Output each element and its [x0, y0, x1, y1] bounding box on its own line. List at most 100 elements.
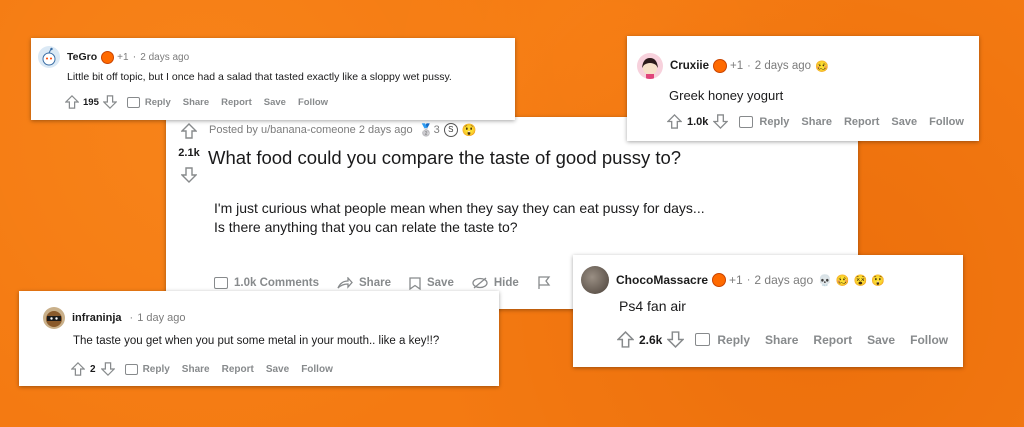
report-button[interactable]: Report: [221, 97, 252, 108]
follow-button[interactable]: Follow: [910, 333, 948, 347]
comment-time: 2 days ago: [754, 273, 814, 287]
share-icon: [337, 277, 353, 289]
save-button[interactable]: Save: [867, 333, 895, 347]
snoo-award-icon: 😲: [871, 274, 885, 287]
award-icon: 🥴: [815, 60, 829, 73]
save-button[interactable]: Save: [891, 116, 917, 128]
downvote-icon[interactable]: [100, 362, 115, 376]
reply-button[interactable]: Reply: [145, 97, 171, 108]
bookmark-icon: [409, 276, 421, 290]
save-button[interactable]: Save: [264, 97, 286, 108]
post-body-line: Is there anything that you can relate th…: [214, 219, 518, 235]
comment-username[interactable]: TeGro: [67, 51, 97, 63]
ninja-avatar-icon[interactable]: [43, 307, 65, 329]
reply-icon: [124, 363, 138, 375]
share-button[interactable]: Share: [182, 364, 210, 375]
comment-card: Cruxiie +1 · 2 days ago 🥴 Greek honey yo…: [627, 36, 979, 141]
reply-icon: [739, 115, 754, 128]
comment-card: ChocoMassacre +1 · 2 days ago 💀 🥴 😵 😲 Ps…: [573, 255, 963, 367]
report-button[interactable]: Report: [813, 333, 852, 347]
follow-button[interactable]: Follow: [301, 364, 333, 375]
report-button[interactable]: Report: [844, 116, 879, 128]
reply-button[interactable]: Reply: [143, 364, 170, 375]
karma-badge-icon: [712, 273, 727, 287]
comment-text: Greek honey yogurt: [669, 88, 784, 103]
comment-time: 1 day ago: [137, 312, 186, 324]
post-title[interactable]: What food could you compare the taste of…: [208, 147, 681, 169]
comment-meta: infraninja · 1 day ago: [43, 307, 186, 329]
share-label: Share: [359, 277, 391, 289]
comment-username[interactable]: infraninja: [72, 312, 122, 324]
award-count: 3: [433, 124, 440, 136]
karma-badge-icon: [101, 50, 115, 64]
share-button[interactable]: Share: [801, 116, 832, 128]
comment-actions: 195 Reply Share Report Save Follow: [65, 95, 340, 109]
comment-icon: [214, 277, 228, 289]
karma-badge-icon: [713, 59, 727, 73]
downvote-icon[interactable]: [102, 95, 117, 109]
comment-text: Little bit off topic, but I once had a s…: [67, 71, 452, 83]
snoo-award-icon: 😲: [461, 123, 477, 137]
follow-button[interactable]: Follow: [929, 116, 964, 128]
silver-award-icon: S: [443, 123, 458, 137]
post-score: 2.1k: [178, 147, 200, 159]
snoo-avatar-icon[interactable]: [38, 46, 60, 68]
separator: ·: [747, 60, 751, 72]
skull-award-icon: 💀: [818, 274, 832, 287]
reply-button[interactable]: Reply: [759, 116, 789, 128]
upvote-icon[interactable]: [65, 95, 79, 109]
girl-avatar-icon[interactable]: [637, 53, 663, 79]
reply-icon: [695, 333, 711, 346]
comments-button[interactable]: 1.0k Comments: [214, 277, 319, 289]
comment-text: Ps4 fan air: [619, 298, 686, 314]
upvote-icon[interactable]: [667, 114, 682, 129]
reply-button[interactable]: Reply: [717, 333, 750, 347]
post-body: I'm just curious what people mean when t…: [214, 199, 705, 237]
comment-time: 2 days ago: [754, 60, 812, 72]
reply-icon: [126, 96, 140, 108]
comment-meta: Cruxiie +1 · 2 days ago 🥴: [637, 53, 829, 79]
comment-username[interactable]: ChocoMassacre: [616, 273, 708, 287]
comment-actions: 2 Reply Share Report Save Follow: [71, 362, 345, 376]
share-button[interactable]: Share: [183, 97, 209, 108]
save-button[interactable]: Save: [409, 276, 454, 290]
photo-avatar-icon[interactable]: [581, 266, 609, 294]
comment-username[interactable]: Cruxiie: [670, 60, 709, 72]
save-label: Save: [426, 277, 454, 289]
separator: ·: [129, 312, 134, 324]
comment-score: 2.6k: [639, 332, 663, 347]
comment-plus: +1: [729, 273, 743, 287]
downvote-icon[interactable]: [181, 167, 197, 183]
comment-score: 2: [90, 363, 96, 375]
follow-button[interactable]: Follow: [298, 97, 328, 108]
separator: ·: [132, 51, 137, 63]
comment-plus: +1: [117, 51, 129, 63]
comment-meta: ChocoMassacre +1 · 2 days ago 💀 🥴 😵 😲: [581, 266, 885, 294]
comment-actions: 2.6k Reply Share Report Save Follow: [617, 331, 960, 348]
hide-icon: [472, 277, 488, 289]
hide-label: Hide: [493, 277, 519, 289]
downvote-icon[interactable]: [713, 114, 729, 129]
comment-score: 195: [83, 96, 99, 108]
downvote-icon[interactable]: [667, 331, 685, 348]
comment-actions: 1.0k Reply Share Report Save Follow: [667, 114, 976, 129]
upvote-icon[interactable]: [617, 331, 634, 348]
comment-card: infraninja · 1 day ago The taste you get…: [19, 291, 499, 386]
share-button[interactable]: Share: [765, 333, 798, 347]
comment-card: TeGro +1 · 2 days ago Little bit off top…: [31, 38, 515, 120]
post-body-line: I'm just curious what people mean when t…: [214, 200, 705, 216]
hide-button[interactable]: Hide: [472, 277, 519, 289]
share-button[interactable]: Share: [337, 277, 391, 289]
post-vote-column: 2.1k: [172, 123, 206, 183]
report-button[interactable]: Report: [222, 364, 254, 375]
save-button[interactable]: Save: [266, 364, 289, 375]
separator: ·: [746, 274, 751, 286]
award-icon: 🥴: [835, 274, 850, 287]
post-meta: Posted by u/banana-comeone 2 days ago 🥈 …: [209, 123, 477, 137]
report-flag-icon[interactable]: [537, 276, 551, 290]
upvote-icon[interactable]: [181, 123, 197, 139]
post-actions: 1.0k Comments Share Save Hide: [214, 276, 551, 290]
upvote-icon[interactable]: [71, 362, 85, 376]
comments-count: 1.0k Comments: [234, 277, 320, 289]
posted-by[interactable]: Posted by u/banana-comeone 2 days ago: [209, 124, 413, 136]
